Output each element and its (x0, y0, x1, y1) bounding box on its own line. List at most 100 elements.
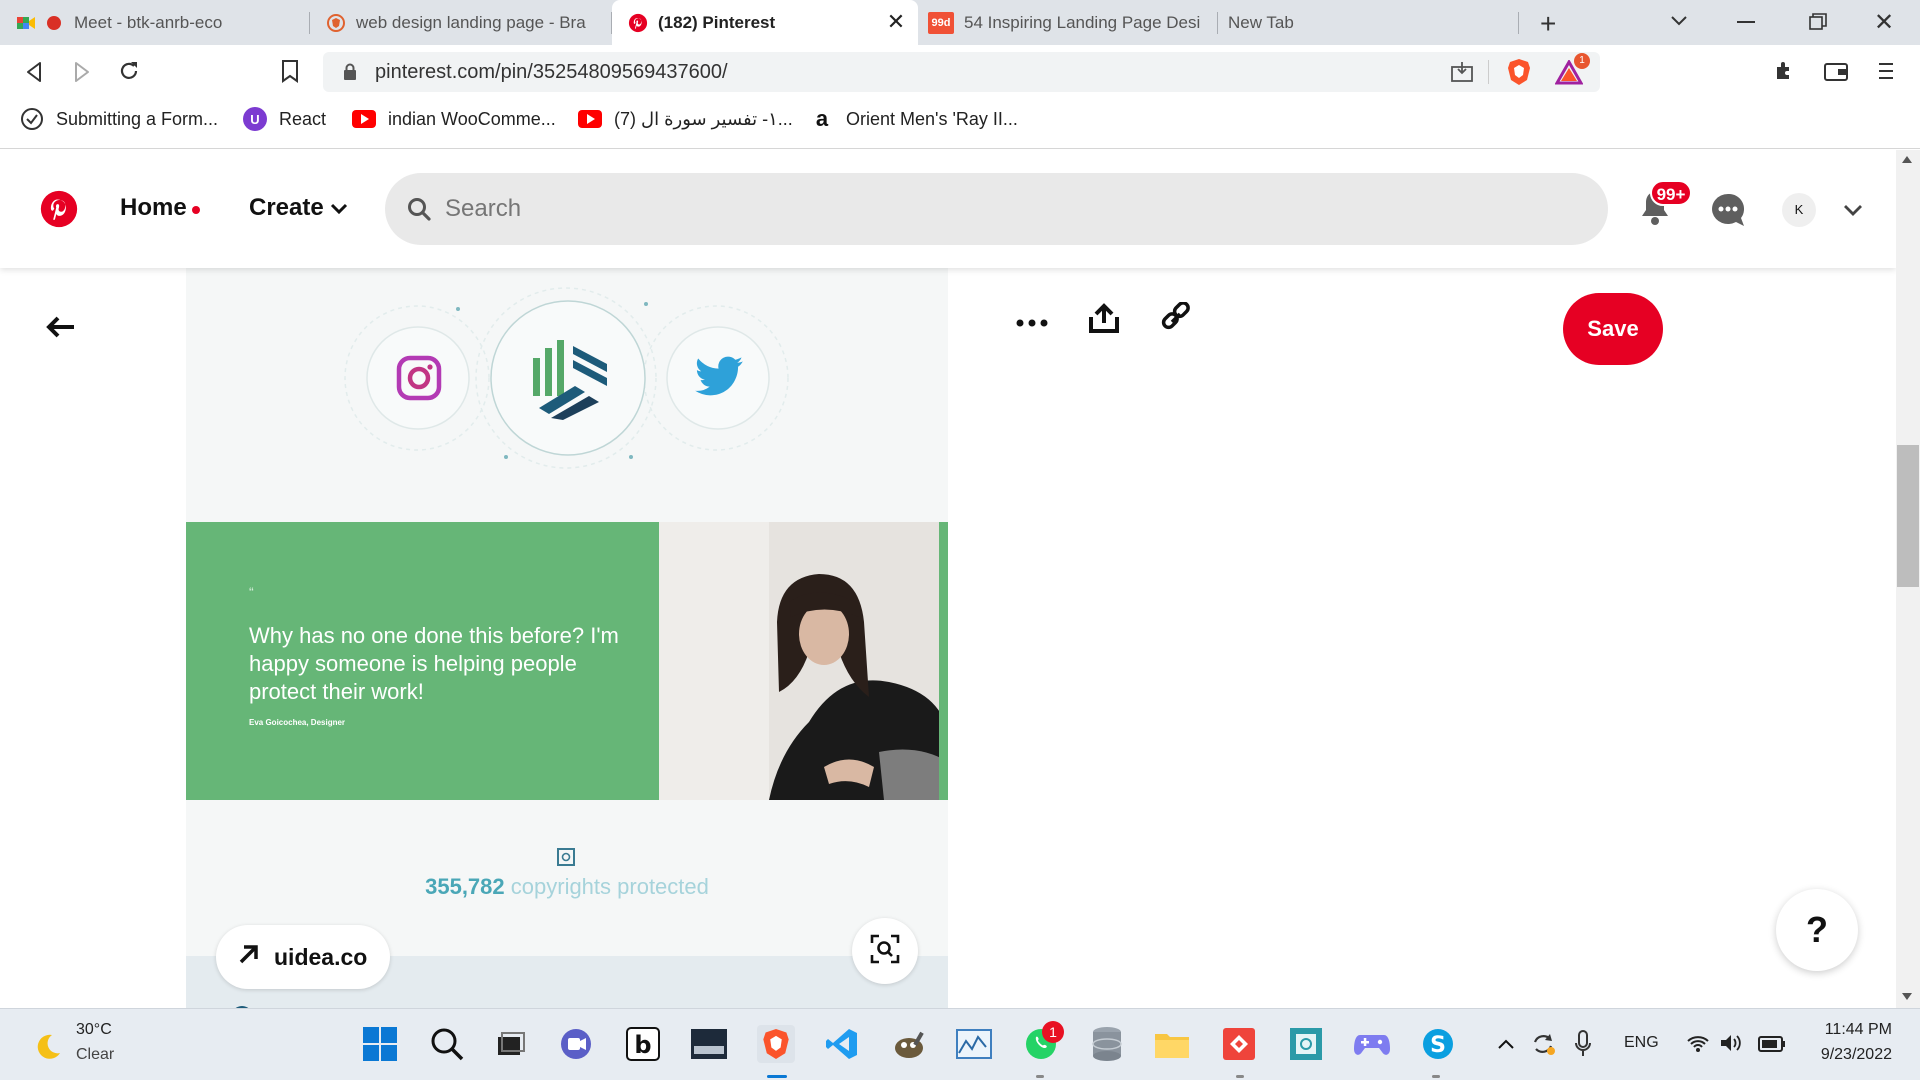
testimonial-author: Eva Goicochea, Designer (249, 718, 346, 727)
resource-monitor-app-icon[interactable] (955, 1025, 993, 1063)
save-button[interactable]: Save (1563, 293, 1663, 365)
copy-link-icon[interactable] (1160, 301, 1192, 339)
url-text: pinterest.com/pin/35254809569437600/ (375, 61, 728, 83)
battery-icon[interactable] (1758, 1036, 1786, 1057)
visual-search-button[interactable] (852, 918, 918, 984)
back-icon[interactable] (24, 61, 44, 88)
tab-meet[interactable]: Meet - btk-anrb-eco (0, 0, 310, 45)
tab-new-tab[interactable]: New Tab (1218, 0, 1518, 45)
remote-app-icon[interactable] (1287, 1025, 1325, 1063)
account-chevron-down-icon[interactable] (1843, 203, 1863, 222)
screen-recorder-app-icon[interactable] (690, 1025, 728, 1063)
database-app-icon[interactable] (1088, 1025, 1126, 1063)
copyright-service-logo-icon (529, 336, 609, 425)
extensions-puzzle-icon[interactable] (1773, 59, 1797, 88)
react-bookmark-icon: U (243, 107, 267, 131)
messages-icon[interactable] (1710, 192, 1746, 233)
windows-taskbar: 30°C Clear b 1 S ENG 11:44 PM 9/23/2022 (0, 1008, 1920, 1080)
scroll-up-arrow-icon[interactable] (1902, 156, 1912, 163)
copyrights-label: copyrights protected (510, 874, 709, 899)
restore-icon[interactable] (1809, 13, 1827, 36)
new-tab-plus-icon[interactable]: + (1540, 8, 1556, 40)
brave-shields-icon[interactable] (1506, 58, 1532, 91)
source-link[interactable]: uidea.co (216, 925, 390, 989)
game-controller-app-icon[interactable] (1353, 1025, 1391, 1063)
tab-search-chevron-icon[interactable] (1669, 10, 1689, 35)
pinterest-logo-icon[interactable] (40, 190, 78, 233)
browser-tab-bar: Meet - btk-anrb-eco web design landing p… (0, 0, 1920, 45)
rewards-badge: 1 (1574, 53, 1590, 69)
bookmark-page-icon[interactable] (281, 59, 299, 88)
reload-icon[interactable] (117, 59, 141, 88)
running-app-indicator (1036, 1075, 1044, 1078)
bitwarden-app-icon[interactable]: b (624, 1025, 662, 1063)
vscode-app-icon[interactable] (823, 1025, 861, 1063)
language-indicator[interactable]: ENG (1624, 1034, 1659, 1052)
create-menu[interactable]: Create (249, 194, 324, 222)
minimize-icon[interactable] (1737, 21, 1755, 23)
teams-chat-icon[interactable] (557, 1025, 595, 1063)
tray-overflow-chevron-icon[interactable] (1497, 1037, 1515, 1055)
brave-search-icon (326, 13, 346, 33)
volume-icon[interactable] (1719, 1033, 1743, 1058)
weather-desc: Clear (76, 1046, 115, 1063)
quote-mark: “ (249, 584, 254, 600)
help-button[interactable]: ? (1776, 889, 1858, 971)
copyright-shield-icon (557, 848, 575, 871)
search-placeholder: Search (445, 195, 522, 222)
testimonial-quote: Why has no one done this before? I'm hap… (249, 623, 619, 704)
scrollbar-thumb[interactable] (1897, 445, 1919, 587)
sync-tray-icon[interactable] (1530, 1031, 1556, 1062)
bookmark-react[interactable]: U React (243, 99, 326, 139)
tab-divider (1518, 12, 1519, 34)
microphone-tray-icon[interactable] (1574, 1030, 1592, 1063)
whatsapp-badge: 1 (1042, 1021, 1064, 1043)
forward-icon[interactable] (72, 61, 92, 88)
svg-text:b: b (634, 1031, 651, 1059)
taskbar-search-icon[interactable] (428, 1025, 466, 1063)
tab-pinterest[interactable]: (182) Pinterest ✕ (612, 0, 918, 45)
share-icon[interactable] (1089, 303, 1119, 338)
tab-99designs[interactable]: 99d 54 Inspiring Landing Page Desi (918, 0, 1218, 45)
search-input[interactable]: Search (385, 173, 1608, 245)
bookmark-submitting-form[interactable]: Submitting a Form... (20, 99, 218, 139)
brave-browser-app-icon[interactable] (757, 1025, 795, 1063)
back-arrow-icon[interactable] (46, 316, 76, 343)
pinterest-header: Home Create Search 99+ K (0, 150, 1896, 268)
address-bar[interactable]: pinterest.com/pin/35254809569437600/ 1 (323, 52, 1600, 92)
weather-moon-icon[interactable] (32, 1031, 62, 1066)
pin-details-panel (948, 268, 1710, 1008)
task-view-icon[interactable] (492, 1025, 530, 1063)
weather-temp: 30°C (76, 1021, 112, 1038)
bookmark-indian-woocommerce[interactable]: indian WooComme... (352, 99, 556, 139)
close-tab-icon[interactable]: ✕ (886, 11, 906, 33)
testimonial-panel: “ Why has no one done this before? I'm h… (186, 522, 659, 800)
close-window-icon[interactable]: ✕ (1874, 8, 1894, 37)
clock-date[interactable]: 9/23/2022 (1804, 1046, 1892, 1064)
avatar[interactable]: K (1782, 193, 1816, 227)
pinterest-icon (628, 13, 648, 33)
scroll-down-arrow-icon[interactable] (1902, 993, 1912, 1000)
bookmark-tafsir[interactable]: (7) ١- تفسير سورة ال... (578, 99, 793, 139)
bookmark-orient-watch[interactable]: a Orient Men's 'Ray II... (810, 99, 1018, 139)
recording-icon (46, 15, 62, 31)
more-options-icon[interactable] (1016, 314, 1048, 332)
gimp-app-icon[interactable] (890, 1025, 928, 1063)
windows-start-icon[interactable] (361, 1025, 399, 1063)
install-app-icon[interactable] (1450, 61, 1474, 88)
wallet-icon[interactable] (1824, 61, 1848, 86)
wifi-icon[interactable] (1686, 1033, 1710, 1058)
browser-menu-icon[interactable] (1879, 61, 1893, 86)
visual-search-icon (870, 934, 900, 969)
pin-image[interactable]: “ Why has no one done this before? I'm h… (186, 268, 948, 1008)
svg-text:S: S (1430, 1033, 1446, 1058)
tab-brave-search[interactable]: web design landing page - Bra (310, 0, 612, 45)
bookmarks-bar: Submitting a Form... U React indian WooC… (0, 99, 1920, 149)
anydesk-app-icon[interactable] (1220, 1025, 1258, 1063)
clock-time[interactable]: 11:44 PM (1820, 1021, 1892, 1039)
home-link[interactable]: Home (120, 194, 187, 222)
omnibox-divider (1488, 60, 1489, 84)
skype-app-icon[interactable]: S (1419, 1025, 1457, 1063)
chevron-down-icon[interactable] (330, 202, 348, 221)
file-explorer-icon[interactable] (1153, 1025, 1191, 1063)
